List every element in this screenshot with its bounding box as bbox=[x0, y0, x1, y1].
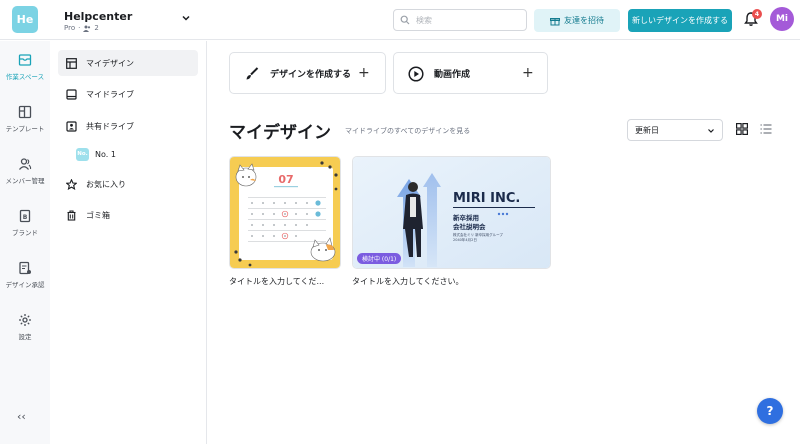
design-thumbnail-calendar[interactable]: 07 bbox=[229, 156, 341, 269]
rail-item-brand[interactable]: B ブランド bbox=[0, 203, 50, 247]
workspace-member-count: 2 bbox=[94, 24, 99, 32]
inbox-icon bbox=[18, 54, 32, 66]
sort-value: 更新日 bbox=[635, 125, 659, 135]
shared-drive-chip: No. bbox=[76, 147, 89, 161]
calendar-thumbnail-image: 07 bbox=[230, 157, 340, 268]
presentation-logo-text: MIRI INC. bbox=[453, 191, 520, 206]
chevron-down-icon[interactable] bbox=[180, 12, 192, 24]
rail-label: 作業スペース bbox=[5, 73, 45, 81]
design-thumbnail-presentation[interactable]: MIRI INC. 新卒採用 会社説明会 株式会社ミリ 新卒採用グループ 204… bbox=[352, 156, 551, 269]
icon-rail: 作業スペース テンプレート メンバー管理 B ブランド デザイン承認 設定 ‹‹ bbox=[0, 41, 50, 444]
gear-icon bbox=[19, 314, 31, 326]
shared-drive-icon bbox=[66, 120, 77, 132]
search-box[interactable] bbox=[393, 9, 527, 31]
page-title: マイデザイン bbox=[229, 123, 331, 143]
nav-item-favorites[interactable]: お気に入り bbox=[58, 171, 198, 197]
grid-view-icon[interactable] bbox=[736, 123, 748, 135]
gift-icon bbox=[550, 17, 560, 25]
top-bar: He Helpcenter Pro · 2 友達を招待 新しいデザインを作成する… bbox=[0, 0, 800, 40]
members-icon bbox=[18, 158, 32, 170]
grid-icon bbox=[66, 57, 77, 69]
rail-item-members[interactable]: メンバー管理 bbox=[0, 151, 50, 195]
presentation-headline-2: 会社説明会 bbox=[453, 222, 486, 231]
side-nav: マイデザイン マイドライブ 共有ドライブ No. No. 1 お気に入り ゴミ箱 bbox=[50, 41, 207, 444]
nav-label: マイデザイン bbox=[86, 58, 134, 68]
notification-badge: 4 bbox=[752, 9, 762, 19]
nav-label: お気に入り bbox=[86, 179, 126, 189]
create-design-card[interactable]: デザインを作成する + bbox=[229, 52, 386, 94]
approval-icon bbox=[19, 261, 31, 275]
rail-item-templates[interactable]: テンプレート bbox=[0, 99, 50, 143]
nav-item-my-designs[interactable]: マイデザイン bbox=[58, 50, 198, 76]
nav-item-trash[interactable]: ゴミ箱 bbox=[58, 202, 198, 228]
workspace-logo[interactable]: He bbox=[12, 6, 38, 33]
invite-friends-label: 友達を招待 bbox=[564, 16, 604, 25]
star-icon bbox=[66, 178, 77, 190]
rail-label: メンバー管理 bbox=[5, 177, 45, 185]
workspace-name[interactable]: Helpcenter bbox=[64, 10, 132, 23]
drive-icon bbox=[66, 88, 77, 100]
presentation-small-2: 2040年4月2日 bbox=[453, 237, 477, 242]
create-design-label: デザインを作成する bbox=[270, 70, 352, 80]
nav-label: 共有ドライブ bbox=[86, 121, 134, 131]
rail-label: デザイン承認 bbox=[5, 281, 45, 289]
invite-friends-button[interactable]: 友達を招待 bbox=[534, 9, 620, 32]
rail-label: テンプレート bbox=[5, 125, 45, 133]
svg-text:B: B bbox=[23, 214, 28, 221]
trash-icon bbox=[67, 209, 76, 221]
presentation-small-1: 株式会社ミリ 新卒採用グループ bbox=[453, 232, 503, 237]
workspace-meta: Pro · 2 bbox=[64, 24, 99, 32]
avatar[interactable]: Mi bbox=[770, 7, 794, 31]
page-subtitle-link[interactable]: マイドライブのすべてのデザインを見る bbox=[345, 126, 470, 136]
template-icon bbox=[18, 105, 32, 119]
nav-label: マイドライブ bbox=[86, 89, 134, 99]
create-design-button[interactable]: 新しいデザインを作成する bbox=[628, 9, 732, 32]
nav-item-shared-drive[interactable]: 共有ドライブ bbox=[58, 113, 198, 139]
people-icon bbox=[83, 25, 91, 32]
collapse-sidebar-button[interactable]: ‹‹ bbox=[17, 410, 26, 423]
rail-label: 設定 bbox=[18, 333, 32, 341]
shared-drive-item-no1[interactable]: No. No. 1 bbox=[76, 144, 116, 164]
sort-dropdown[interactable]: 更新日 bbox=[627, 119, 723, 141]
rail-item-settings[interactable]: 設定 bbox=[0, 307, 50, 351]
create-video-card[interactable]: 動画作成 + bbox=[393, 52, 548, 94]
nav-item-my-drive[interactable]: マイドライブ bbox=[58, 81, 198, 107]
status-badge: 検討中 (0/1) bbox=[357, 253, 402, 264]
chevron-down-icon bbox=[708, 129, 714, 133]
brush-icon bbox=[246, 67, 259, 80]
presentation-headline-1: 新卒採用 bbox=[453, 213, 479, 222]
calendar-month: 07 bbox=[278, 173, 293, 186]
rail-item-approval[interactable]: デザイン承認 bbox=[0, 255, 50, 299]
design-title[interactable]: タイトルを入力してくだ... bbox=[229, 276, 324, 287]
rail-item-workspace[interactable]: 作業スペース bbox=[0, 47, 50, 91]
help-button[interactable]: ? bbox=[757, 398, 783, 424]
play-icon bbox=[408, 66, 424, 82]
main-content: デザインを作成する + 動画作成 + マイデザイン マイドライブのすべてのデザイ… bbox=[208, 41, 800, 444]
shared-drive-label: No. 1 bbox=[95, 149, 116, 159]
brand-icon: B bbox=[19, 209, 31, 223]
plus-icon: + bbox=[522, 65, 534, 81]
create-video-label: 動画作成 bbox=[434, 70, 471, 80]
design-title[interactable]: タイトルを入力してください。 bbox=[352, 276, 464, 287]
rail-label: ブランド bbox=[12, 229, 38, 237]
search-icon bbox=[400, 15, 410, 25]
search-input[interactable] bbox=[416, 13, 516, 27]
plus-icon: + bbox=[358, 65, 370, 81]
workspace-plan: Pro bbox=[64, 24, 76, 32]
list-view-icon[interactable] bbox=[760, 123, 772, 135]
nav-label: ゴミ箱 bbox=[86, 210, 110, 220]
